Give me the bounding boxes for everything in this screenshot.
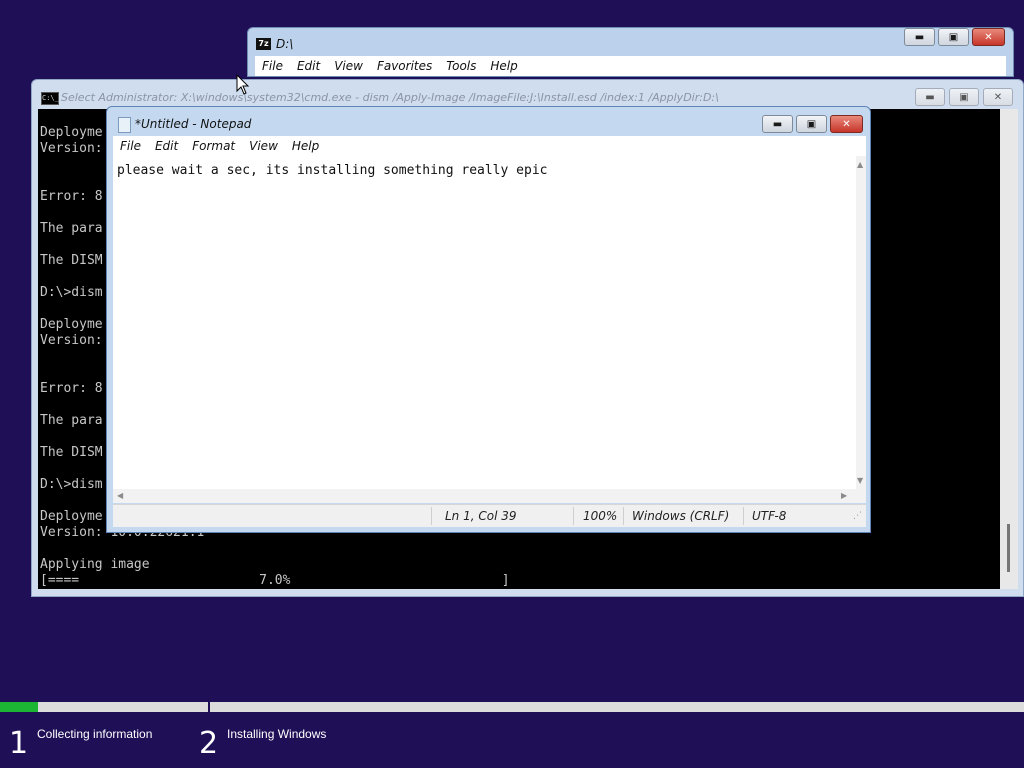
7zip-window: 7z D:\ ▬ ▣ ✕ File Edit View Favorites To… bbox=[247, 27, 1014, 77]
console-line: D:\>dism bbox=[40, 285, 103, 300]
console-line: Deployme bbox=[40, 509, 103, 524]
step-1-number: 1 bbox=[9, 726, 29, 761]
scroll-right-arrow-icon[interactable]: ▶ bbox=[841, 491, 847, 500]
console-line: The para bbox=[40, 413, 103, 428]
notepad-text-area[interactable]: please wait a sec, its installing someth… bbox=[113, 156, 856, 489]
7zip-close-button[interactable]: ✕ bbox=[972, 28, 1005, 46]
7zip-window-title: D:\ bbox=[276, 37, 294, 51]
console-line: Deployme bbox=[40, 317, 103, 332]
console-line: The para bbox=[40, 221, 103, 236]
setup-progress-fill bbox=[0, 702, 38, 712]
notepad-close-button[interactable]: ✕ bbox=[830, 115, 863, 133]
7zip-menu-favorites[interactable]: Favorites bbox=[377, 59, 432, 73]
notepad-window: *Untitled - Notepad ▬ ▣ ✕ File Edit Form… bbox=[106, 106, 871, 533]
status-divider bbox=[573, 507, 574, 525]
cmd-scrollbar-thumb[interactable] bbox=[1007, 524, 1010, 572]
cmd-scrollbar[interactable] bbox=[1000, 109, 1018, 589]
status-encoding: UTF-8 bbox=[752, 509, 787, 523]
scrollbar-corner bbox=[856, 489, 866, 503]
console-line: Deployme bbox=[40, 125, 103, 140]
notepad-menu-edit[interactable]: Edit bbox=[155, 139, 178, 153]
7zip-menu-help[interactable]: Help bbox=[490, 59, 517, 73]
step-1-label: Collecting information bbox=[37, 727, 153, 741]
step-2-number: 2 bbox=[199, 726, 219, 761]
notepad-menu-view[interactable]: View bbox=[249, 139, 278, 153]
notepad-window-title: *Untitled - Notepad bbox=[135, 117, 252, 131]
notepad-horizontal-scrollbar[interactable]: ◀ ▶ bbox=[113, 489, 856, 503]
7zip-menu-view[interactable]: View bbox=[334, 59, 363, 73]
7zip-maximize-button[interactable]: ▣ bbox=[938, 28, 969, 46]
notepad-vertical-scrollbar[interactable]: ▲ ▼ bbox=[856, 156, 866, 489]
scroll-up-arrow-icon[interactable]: ▲ bbox=[857, 160, 863, 169]
console-line: Error: 8 bbox=[40, 381, 103, 396]
status-cursor-position: Ln 1, Col 39 bbox=[445, 509, 517, 523]
progress-step-divider bbox=[208, 700, 210, 714]
console-line: Version: bbox=[40, 333, 103, 348]
cmd-minimize-button[interactable]: ▬ bbox=[915, 88, 945, 106]
notepad-maximize-button[interactable]: ▣ bbox=[796, 115, 827, 133]
status-divider bbox=[431, 507, 432, 525]
notepad-minimize-button[interactable]: ▬ bbox=[762, 115, 793, 133]
resize-grip-icon[interactable]: ⋰ bbox=[853, 511, 862, 521]
console-line: The DISM bbox=[40, 253, 103, 268]
console-line: D:\>dism bbox=[40, 477, 103, 492]
dism-progress-line: [==== 7.0% ] bbox=[40, 573, 510, 588]
notepad-app-icon bbox=[118, 117, 131, 133]
status-line-ending: Windows (CRLF) bbox=[632, 509, 730, 523]
mouse-pointer-icon bbox=[236, 74, 250, 95]
notepad-menu-help[interactable]: Help bbox=[292, 139, 319, 153]
status-zoom: 100% bbox=[583, 509, 618, 523]
notepad-menu-format[interactable]: Format bbox=[192, 139, 235, 153]
cmd-app-icon: C:\_ bbox=[41, 92, 59, 105]
notepad-statusbar: Ln 1, Col 39 100% Windows (CRLF) UTF-8 ⋰ bbox=[113, 504, 866, 527]
status-divider bbox=[623, 507, 624, 525]
notepad-menubar: File Edit Format View Help bbox=[113, 136, 866, 156]
console-line: Version: bbox=[40, 141, 103, 156]
console-line: Applying image bbox=[40, 557, 150, 572]
7zip-menu-edit[interactable]: Edit bbox=[297, 59, 320, 73]
notepad-menu-file[interactable]: File bbox=[120, 139, 141, 153]
scroll-left-arrow-icon[interactable]: ◀ bbox=[117, 491, 123, 500]
step-2-label: Installing Windows bbox=[227, 727, 327, 741]
console-line: Error: 8 bbox=[40, 189, 103, 204]
scroll-down-arrow-icon[interactable]: ▼ bbox=[857, 476, 863, 485]
status-divider bbox=[743, 507, 744, 525]
setup-progress-bar bbox=[0, 702, 1024, 712]
cmd-window-title: Select Administrator: X:\windows\system3… bbox=[61, 91, 719, 104]
7zip-menu-file[interactable]: File bbox=[262, 59, 283, 73]
7zip-minimize-button[interactable]: ▬ bbox=[904, 28, 935, 46]
7zip-menu-tools[interactable]: Tools bbox=[446, 59, 476, 73]
notepad-text: please wait a sec, its installing someth… bbox=[117, 163, 548, 178]
cmd-maximize-button[interactable]: ▣ bbox=[949, 88, 979, 106]
cmd-close-button[interactable]: ✕ bbox=[983, 88, 1013, 106]
7zip-app-icon: 7z bbox=[256, 38, 271, 50]
7zip-menubar: File Edit View Favorites Tools Help bbox=[255, 56, 1006, 76]
console-line: The DISM bbox=[40, 445, 103, 460]
